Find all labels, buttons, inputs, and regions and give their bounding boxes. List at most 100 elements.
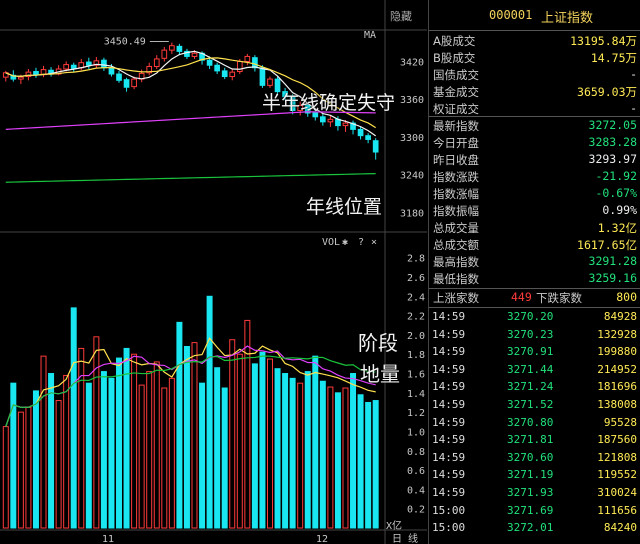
- volume-bar-down: [274, 368, 281, 529]
- candle-down: [85, 61, 92, 66]
- stat-label: 指数涨跌: [433, 170, 479, 184]
- volume-bar-up: [236, 353, 243, 529]
- stock-code: 000001: [489, 8, 533, 22]
- close-icon[interactable]: ×: [371, 237, 377, 248]
- stat-label: 最新指数: [433, 119, 479, 133]
- volume-bar-down: [312, 355, 319, 529]
- volume-tick-label: 0.8: [407, 447, 425, 458]
- volume-bar-down: [251, 363, 258, 529]
- volume-bar-down: [85, 382, 92, 529]
- hide-panel-button[interactable]: 隐藏: [390, 8, 412, 24]
- candle-up: [169, 45, 175, 51]
- volume-unit-label: X亿: [386, 519, 402, 532]
- tick-price: 3271.69: [507, 503, 554, 517]
- volume-bar-up: [153, 361, 160, 529]
- candle-up: [236, 60, 243, 73]
- candle-down: [116, 73, 122, 81]
- volume-bar-down: [334, 392, 341, 529]
- volume-bar-down: [282, 373, 289, 529]
- rise-label: 上涨家数: [433, 291, 479, 305]
- candle-up: [191, 52, 198, 57]
- help-icon[interactable]: ?: [358, 237, 364, 248]
- volume-tick-label: 1.6: [407, 370, 425, 381]
- stat-label: 最高指数: [433, 255, 479, 269]
- volume-bar-up: [138, 384, 145, 529]
- candle-down: [214, 64, 220, 72]
- stock-name: 上证指数: [541, 11, 594, 26]
- tick-volume: 310024: [597, 486, 637, 499]
- volume-bar-up: [327, 386, 334, 529]
- volume-bar-down: [48, 373, 55, 529]
- tick-volume: 119552: [597, 468, 637, 482]
- tick-price: 3270.23: [507, 327, 554, 341]
- candle-down: [372, 140, 379, 153]
- settings-icon[interactable]: ✱: [342, 237, 348, 248]
- tick-row[interactable]: 14:59 3271.52 138008: [429, 397, 640, 414]
- candle-down: [70, 64, 77, 69]
- price-tick-label: 3300: [400, 133, 424, 144]
- ma-year-line: [5, 172, 376, 183]
- candle-down: [357, 128, 364, 137]
- quote-header: 000001 上证指数: [429, 0, 640, 31]
- tick-row[interactable]: 14:59 3271.81 187560: [429, 432, 640, 449]
- tick-volume: 187560: [597, 433, 637, 447]
- kline-chart-area[interactable]: 3420 3360 3300 3240 3180 MA 3450.49 2.8 2.6 2.4 2.…: [0, 0, 427, 544]
- candle-up: [18, 76, 24, 80]
- tick-row[interactable]: 14:59 3271.44 214952: [429, 362, 640, 379]
- volume-bar-down: [372, 400, 379, 529]
- annotation-low-volume: 地量: [360, 362, 400, 386]
- fall-count: 800: [616, 290, 637, 304]
- stat-value: 3283.28: [588, 135, 637, 149]
- stat-label: 基金成交: [433, 85, 479, 99]
- stat-label: 最低指数: [433, 272, 479, 286]
- candle-down: [101, 59, 107, 69]
- tick-row[interactable]: 15:00 3271.69 111656: [429, 503, 640, 520]
- tick-volume: 111656: [597, 503, 637, 517]
- tick-price: 3271.52: [507, 398, 554, 411]
- stat-value: 3259.16: [588, 271, 637, 285]
- volume-bar-down: [116, 357, 123, 529]
- candle-up: [229, 71, 236, 78]
- candle-down: [108, 67, 115, 75]
- tick-time: 14:59: [432, 433, 466, 447]
- volume-bar-down: [259, 351, 266, 529]
- stat-row: 指数涨跌 -21.92: [429, 168, 640, 185]
- volume-bar-down: [183, 345, 190, 529]
- tick-row[interactable]: 14:59 3270.23 132928: [429, 327, 640, 344]
- tick-row[interactable]: 14:59 3270.91 199880: [429, 344, 640, 361]
- stat-value: 3659.03万: [577, 85, 637, 99]
- candle-up: [342, 122, 349, 127]
- tick-time: 14:59: [432, 362, 466, 376]
- volume-tick-label: 1.8: [407, 350, 425, 361]
- tick-volume: 181696: [597, 380, 637, 394]
- stat-label: 指数涨幅: [433, 187, 479, 201]
- volume-tick-label: 0.6: [407, 466, 425, 477]
- volume-tick-label: 1.4: [407, 389, 425, 400]
- tick-row[interactable]: 15:00 3272.01 84240: [429, 520, 640, 537]
- tick-row[interactable]: 14:59 3270.20 84928: [429, 309, 640, 326]
- tick-row[interactable]: 14:59 3271.19 119552: [429, 467, 640, 484]
- volume-bar-up: [266, 358, 273, 529]
- volume-label: VOL: [322, 237, 340, 248]
- volume-bar-up: [131, 353, 138, 529]
- tick-row[interactable]: 14:59 3270.80 95528: [429, 415, 640, 432]
- candle-up: [161, 49, 168, 59]
- candle-down: [365, 135, 371, 140]
- tick-price: 3272.01: [507, 521, 554, 535]
- candle-up: [244, 55, 251, 62]
- tick-row[interactable]: 14:59 3271.93 310024: [429, 485, 640, 502]
- volume-bar-up: [17, 411, 24, 529]
- stat-row: 今日开盘 3283.28: [429, 134, 640, 151]
- stat-label: 指数振幅: [433, 204, 479, 218]
- tick-volume: 138008: [597, 398, 637, 411]
- stat-row: 指数振幅 0.99%: [429, 202, 640, 219]
- tick-time: 14:59: [432, 327, 466, 341]
- ma-label: MA: [364, 30, 376, 41]
- volume-bar-down: [32, 390, 39, 529]
- tick-row[interactable]: 14:59 3271.24 181696: [429, 379, 640, 396]
- stat-row: 基金成交 3659.03万: [429, 83, 640, 100]
- kline-chart-svg[interactable]: 3420 3360 3300 3240 3180 MA 3450.49 2.8 2.6 2.4 2.…: [0, 0, 427, 544]
- tick-row[interactable]: 14:59 3270.60 121808: [429, 450, 640, 467]
- tick-volume: 84928: [603, 310, 637, 323]
- volume-bar-up: [168, 377, 175, 529]
